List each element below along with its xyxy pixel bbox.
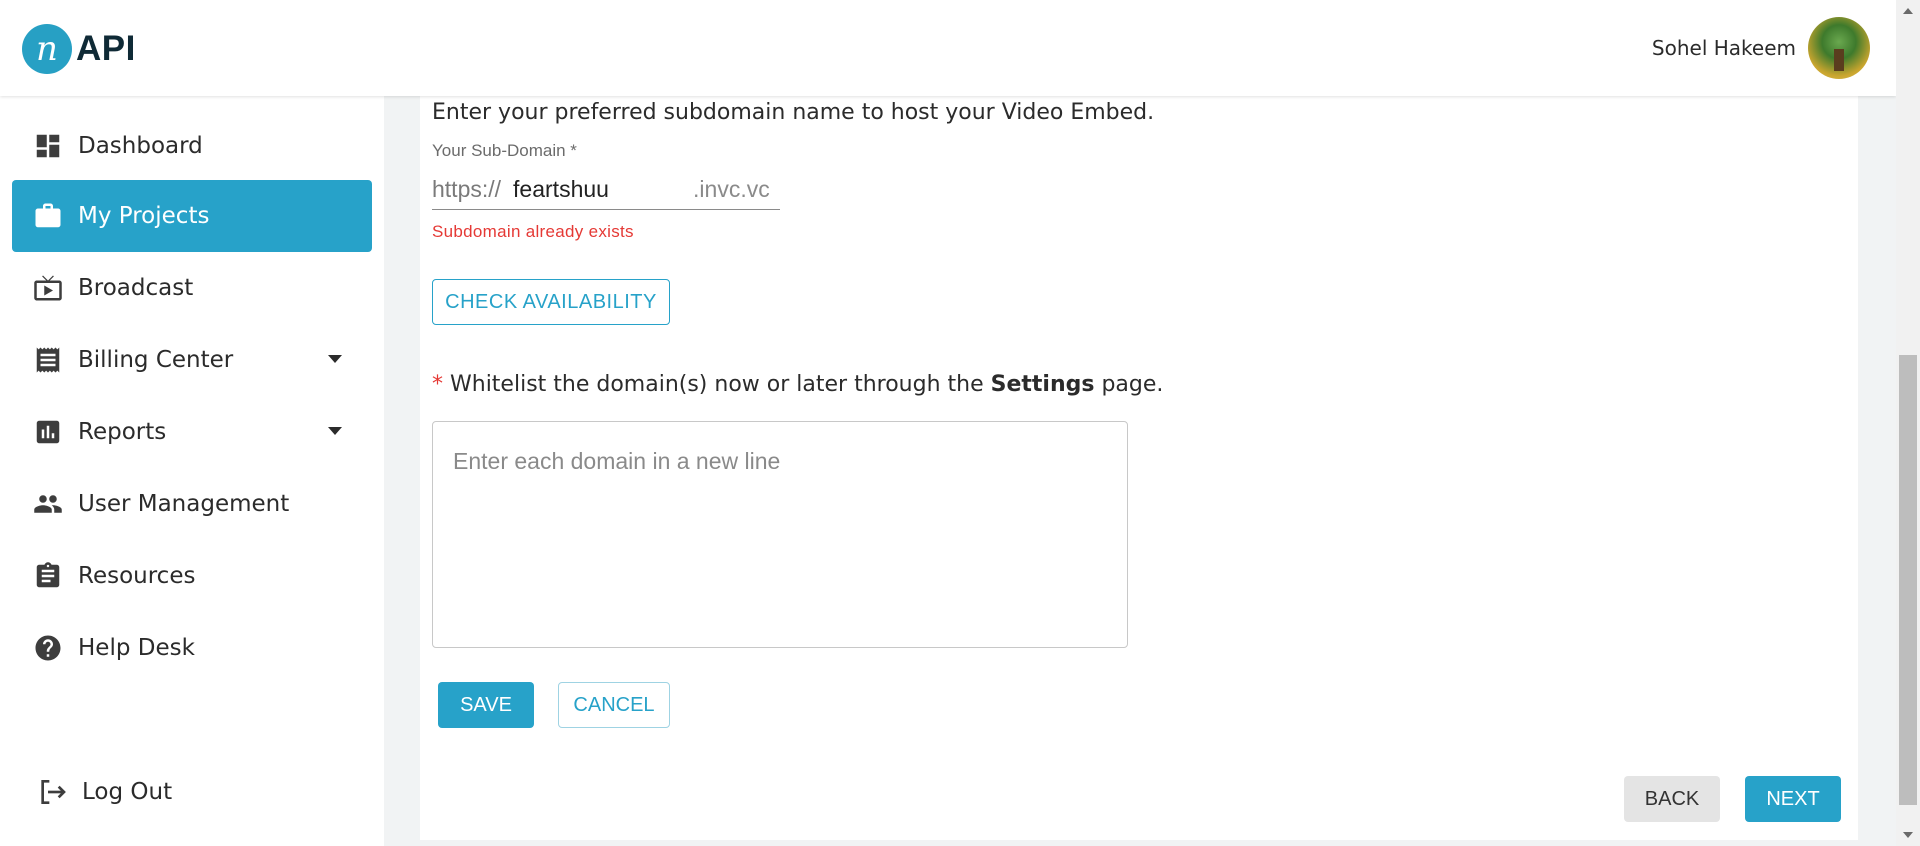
subdomain-suffix: .invc.vc: [693, 176, 770, 202]
subdomain-error: Subdomain already exists: [432, 222, 634, 241]
scroll-up-icon[interactable]: [1903, 8, 1913, 14]
sidebar-item-label: Help Desk: [78, 635, 195, 661]
user-menu[interactable]: Sohel Hakeem: [1652, 17, 1870, 79]
subdomain-field: https:// .invc.vc: [432, 170, 780, 210]
page-scrollbar[interactable]: [1896, 0, 1920, 846]
settings-link-text: Settings: [990, 372, 1095, 397]
sidebar-item-dashboard[interactable]: Dashboard: [12, 110, 372, 182]
avatar[interactable]: [1808, 17, 1870, 79]
bar-chart-icon: [32, 416, 64, 448]
chevron-down-icon[interactable]: [328, 355, 342, 363]
whitelist-text: Whitelist the domain(s) now or later thr…: [450, 372, 984, 397]
top-header: n API Sohel Hakeem: [0, 0, 1896, 96]
required-star: *: [432, 372, 443, 397]
user-name: Sohel Hakeem: [1651, 36, 1796, 60]
sidebar-item-help-desk[interactable]: Help Desk: [12, 612, 372, 684]
app-logo[interactable]: n API: [22, 24, 136, 74]
dashboard-icon: [32, 130, 64, 162]
sidebar-item-resources[interactable]: Resources: [12, 540, 372, 612]
next-button[interactable]: NEXT: [1745, 776, 1841, 822]
subdomain-prefix: https://: [432, 176, 502, 202]
sidebar-item-label: Dashboard: [78, 133, 203, 159]
logout-label: Log Out: [82, 779, 173, 805]
whitelist-text-end: page.: [1101, 372, 1164, 397]
scrollbar-thumb[interactable]: [1899, 355, 1917, 805]
whitelist-domains-textarea[interactable]: [432, 421, 1128, 648]
save-button[interactable]: SAVE: [438, 682, 534, 728]
subdomain-intro: Enter your preferred subdomain name to h…: [432, 100, 1155, 125]
sidebar-item-label: Broadcast: [78, 275, 194, 301]
logout-button[interactable]: Log Out: [36, 776, 172, 808]
subdomain-label: Your Sub-Domain *: [432, 141, 577, 160]
logo-mark: n: [22, 24, 72, 74]
tv-icon: [32, 272, 64, 304]
sidebar-item-label: Resources: [78, 563, 196, 589]
check-availability-button[interactable]: CHECK AVAILABILITY: [432, 279, 670, 325]
sidebar-item-reports[interactable]: Reports: [12, 396, 372, 468]
help-icon: [32, 632, 64, 664]
sidebar-item-broadcast[interactable]: Broadcast: [12, 252, 372, 324]
chevron-down-icon[interactable]: [328, 427, 342, 435]
sidebar-item-label: Reports: [78, 419, 167, 445]
subdomain-input[interactable]: [513, 176, 694, 203]
logout-icon: [41, 780, 66, 804]
sidebar: Dashboard My Projects Broadcast Billing …: [0, 96, 384, 846]
whitelist-label: * Whitelist the domain(s) now or later t…: [432, 372, 1163, 397]
back-button[interactable]: BACK: [1624, 776, 1720, 822]
sidebar-item-user-management[interactable]: User Management: [12, 468, 372, 540]
briefcase-icon: [32, 200, 64, 232]
sidebar-item-label: Billing Center: [78, 347, 234, 373]
receipt-icon: [32, 344, 64, 376]
main-panel: Enter your preferred subdomain name to h…: [420, 96, 1858, 840]
sidebar-item-label: My Projects: [78, 203, 210, 229]
sidebar-item-my-projects[interactable]: My Projects: [12, 180, 372, 252]
scroll-down-icon[interactable]: [1903, 832, 1913, 838]
cancel-button[interactable]: CANCEL: [558, 682, 670, 728]
clipboard-icon: [32, 560, 64, 592]
logo-text: API: [76, 29, 136, 68]
people-icon: [32, 488, 64, 520]
sidebar-item-label: User Management: [78, 491, 290, 517]
sidebar-item-billing-center[interactable]: Billing Center: [12, 324, 372, 396]
